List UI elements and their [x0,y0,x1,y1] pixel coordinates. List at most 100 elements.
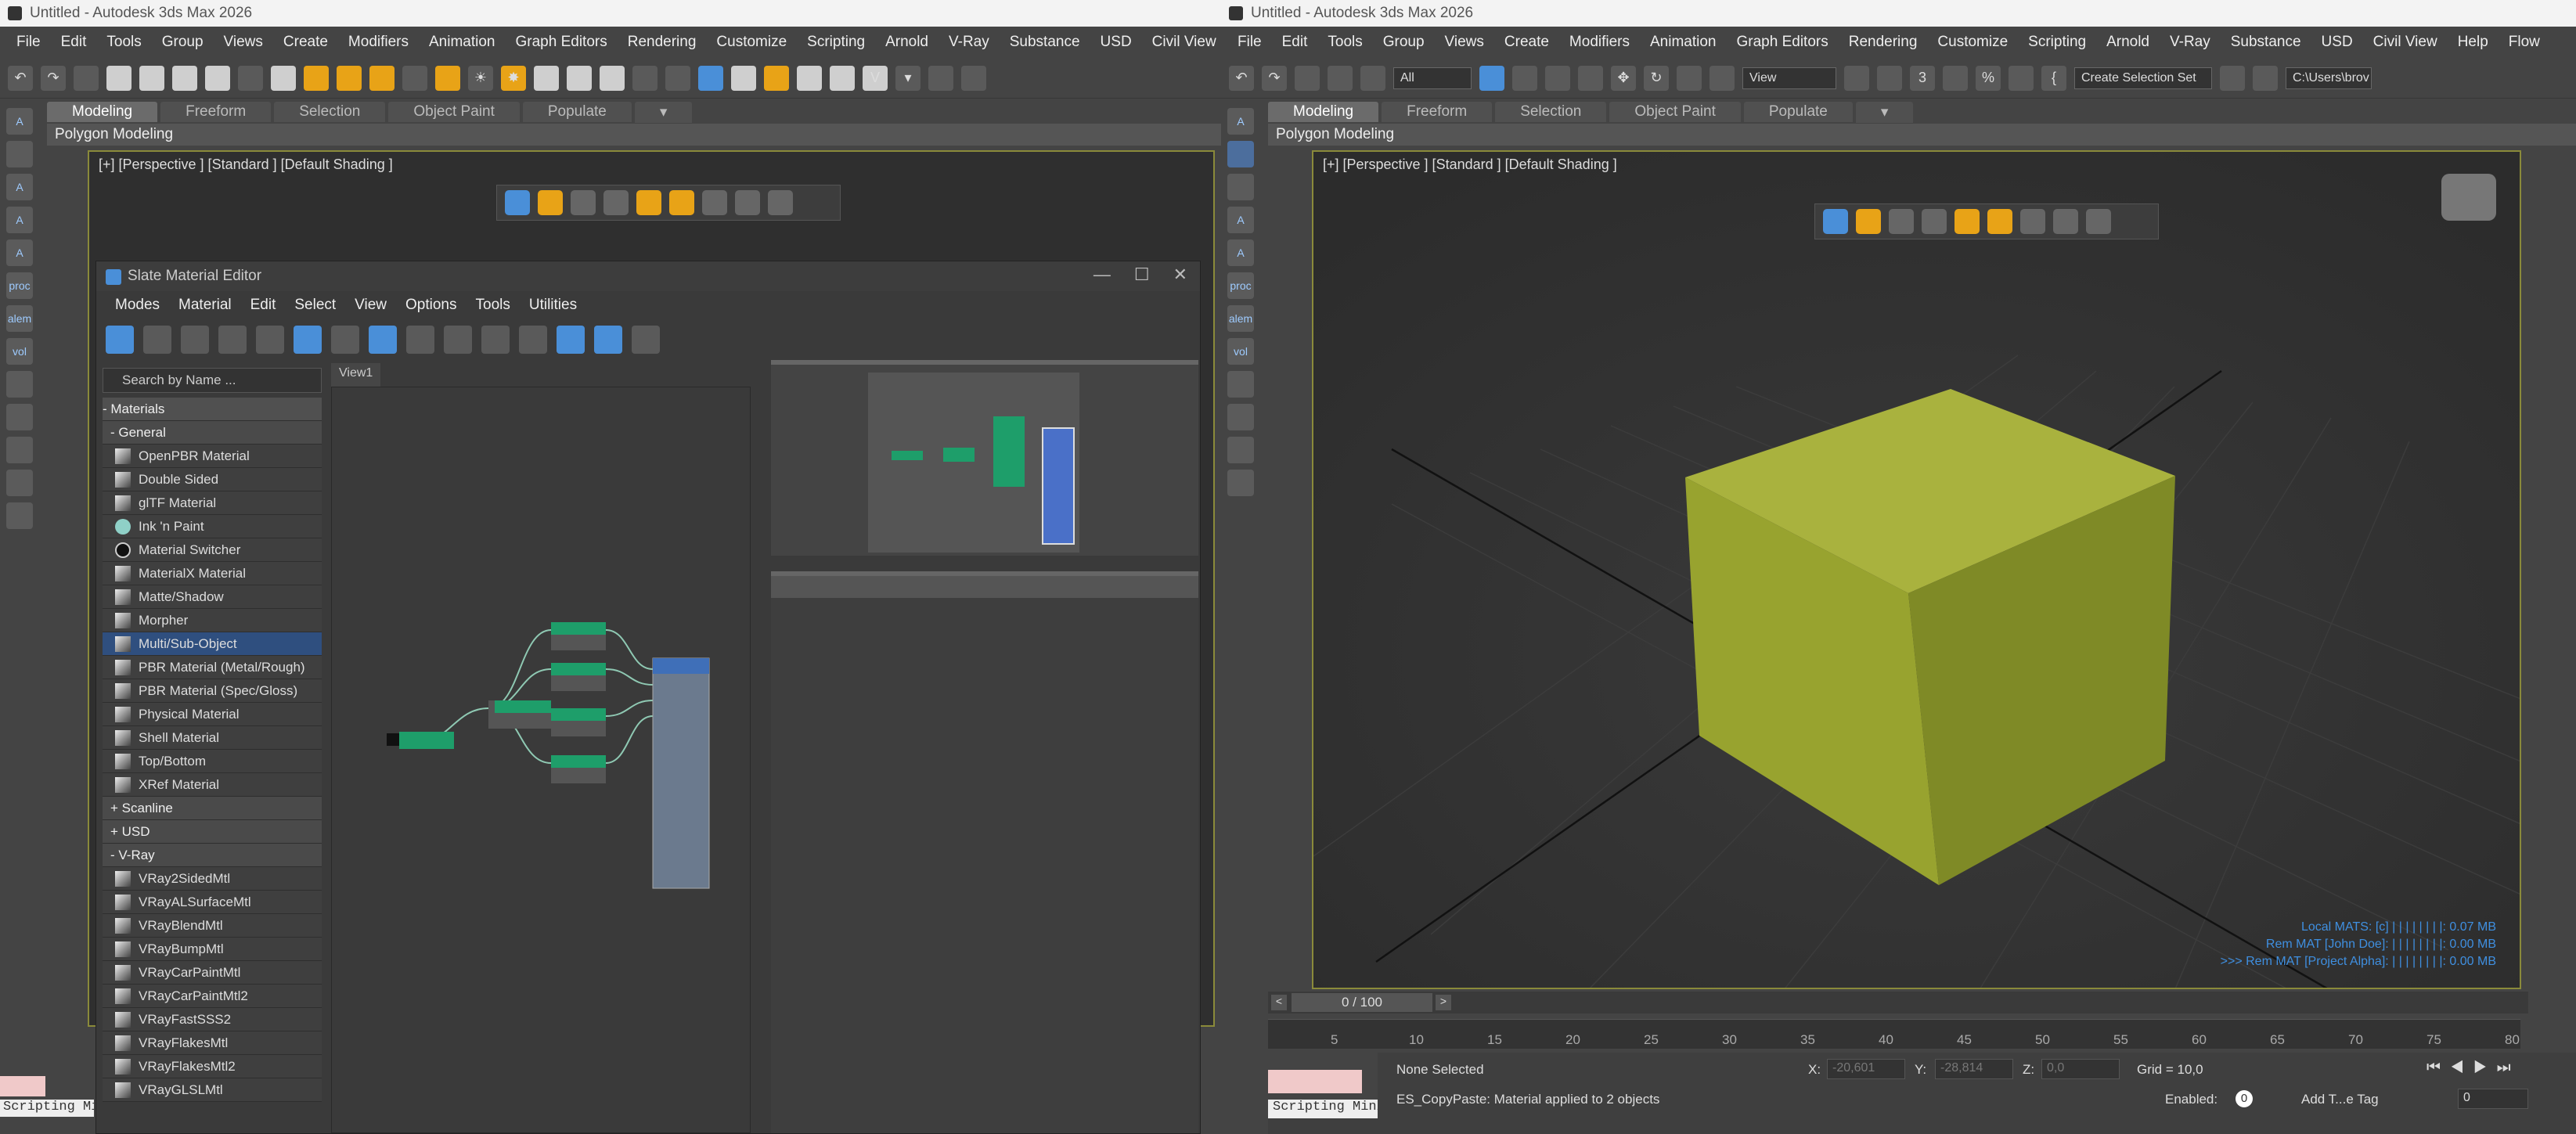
script-listener-output[interactable] [1268,1070,1362,1093]
menu-item-arnold[interactable]: Arnold [875,34,939,51]
link-icon[interactable] [1295,65,1320,91]
light-tool-icon[interactable] [636,190,661,215]
project-path-field[interactable]: C:\Users\brov [2286,67,2372,89]
menu-item-edit[interactable]: Edit [51,34,97,51]
script-mini-listener[interactable]: Scripting Mini [1268,1100,1378,1118]
alem-icon[interactable]: alem [1227,305,1254,332]
material-item[interactable]: PBR Material (Metal/Rough) [103,656,322,679]
material-item[interactable]: PBR Material (Spec/Gloss) [103,679,322,703]
close-icon[interactable]: ✕ [1173,265,1187,285]
material-ball-icon[interactable] [731,65,756,91]
tree-icon[interactable] [6,470,33,496]
menu-item-v-ray[interactable]: V-Ray [2160,34,2221,51]
tab-freeform[interactable]: Freeform [160,102,272,122]
menu-item-civil-view[interactable]: Civil View [1142,34,1221,51]
person-tool-icon[interactable] [768,190,793,215]
unlink-icon[interactable] [1328,65,1353,91]
tab-populate[interactable]: Populate [522,102,632,122]
viewcube-icon[interactable] [2441,174,2496,221]
tab-freeform[interactable]: Freeform [1382,102,1493,122]
collapsed-group[interactable]: + USD [103,820,322,844]
prev-frame-icon[interactable]: < [1271,995,1287,1010]
light-icon[interactable] [304,65,329,91]
search-input[interactable]: Search by Name ... [103,368,322,393]
layers-icon[interactable] [6,502,33,529]
person-icon[interactable] [1227,371,1254,398]
text-tool-icon[interactable]: A [6,108,33,135]
select-tool-icon[interactable] [505,190,530,215]
explorer-icon[interactable] [6,437,33,463]
light-a-icon[interactable]: A [1227,239,1254,266]
undo-icon[interactable]: ↶ [8,65,33,91]
material-item[interactable]: Matte/Shadow [103,585,322,609]
material-item[interactable]: Ink 'n Paint [103,515,322,538]
tab-modeling[interactable]: Modeling [1268,102,1379,122]
vol-icon[interactable]: vol [1227,338,1254,365]
vray-logo-icon[interactable]: V [863,65,888,91]
selection-filter-combo[interactable]: All [1393,67,1472,89]
menu-item-flow[interactable]: Flow [2499,34,2550,51]
mirror-icon[interactable] [928,65,953,91]
render-settings-icon[interactable] [797,65,822,91]
redo-icon[interactable]: ↷ [1262,65,1287,91]
bind-space-warp-icon[interactable] [1360,65,1385,91]
teapot-icon[interactable] [106,65,132,91]
layer-icon[interactable] [6,141,33,167]
person-tool-icon[interactable] [2086,209,2111,234]
menu-item-rendering[interactable]: Rendering [1839,34,1928,51]
menu-item-group[interactable]: Group [152,34,214,51]
ribbon-panel[interactable]: Polygon Modeling [47,124,1221,146]
text-tool-icon[interactable]: A [1227,108,1254,135]
menu-item-help[interactable]: Help [2448,34,2499,51]
move-icon[interactable]: ✥ [1611,65,1636,91]
sme-menu-material[interactable]: Material [169,297,241,314]
umbrella-light-icon[interactable] [435,65,460,91]
shading-icon[interactable] [1856,209,1881,234]
material-item[interactable]: glTF Material [103,491,322,515]
node-graph-view[interactable] [331,387,751,1133]
light-a-icon[interactable]: A [6,239,33,266]
materials-group[interactable]: - Materials [103,398,322,421]
timeline-track[interactable]: 5 10 15 20 25 30 35 40 45 50 55 60 65 70 75 80 [1268,1019,2520,1049]
material-item[interactable]: Double Sided [103,468,322,491]
script-listener-output[interactable] [0,1076,45,1096]
fur-icon[interactable] [600,65,625,91]
pick-material-icon[interactable] [143,326,171,354]
vray-material-item[interactable]: VRay2SidedMtl [103,867,322,891]
spinner-snap-icon[interactable] [2009,65,2034,91]
ribbon-options-icon[interactable]: ▾ [634,101,693,123]
text-a-icon[interactable]: A [1227,207,1254,233]
playback-controls[interactable]: ⏮◀▶⏭ [2426,1059,2520,1077]
select-arrow-icon[interactable] [106,326,134,354]
menu-item-views[interactable]: Views [214,34,273,51]
y-coord-field[interactable]: -28,814 [1935,1059,2013,1079]
menu-item-customize[interactable]: Customize [706,34,797,51]
list-tool-icon[interactable] [603,190,629,215]
menu-item-graph-editors[interactable]: Graph Editors [506,34,618,51]
time-slider[interactable]: 0 / 100 [1292,993,1432,1012]
navigator-panel[interactable] [771,360,1198,556]
proc-icon[interactable]: proc [1227,272,1254,299]
menu-item-create[interactable]: Create [273,34,338,51]
vray-material-item[interactable]: VRayCarPaintMtl2 [103,985,322,1008]
assign-material-icon[interactable] [181,326,209,354]
menu-item-edit[interactable]: Edit [1272,34,1318,51]
material-item[interactable]: Top/Bottom [103,750,322,773]
place-icon[interactable] [1710,65,1735,91]
grid-tool-icon[interactable] [669,190,694,215]
explorer-icon[interactable] [1227,437,1254,463]
snap-3d-icon[interactable]: 3 [1910,65,1935,91]
select-tool-icon[interactable] [1823,209,1848,234]
zero-icon[interactable] [444,326,472,354]
menu-item-file[interactable]: File [1227,34,1272,51]
menu-item-tools[interactable]: Tools [96,34,151,51]
link-icon[interactable] [74,65,99,91]
align-icon[interactable] [961,65,986,91]
tree-icon[interactable] [1227,470,1254,496]
sme-menu-options[interactable]: Options [396,297,466,314]
viewport-label[interactable]: [+] [Perspective ] [Standard ] [Default … [1323,157,1617,173]
move-children-icon[interactable] [294,326,322,354]
bitmap-node[interactable] [387,733,399,746]
vray-material-item[interactable]: VRayFlakesMtl [103,1031,322,1055]
list-icon[interactable] [238,65,263,91]
